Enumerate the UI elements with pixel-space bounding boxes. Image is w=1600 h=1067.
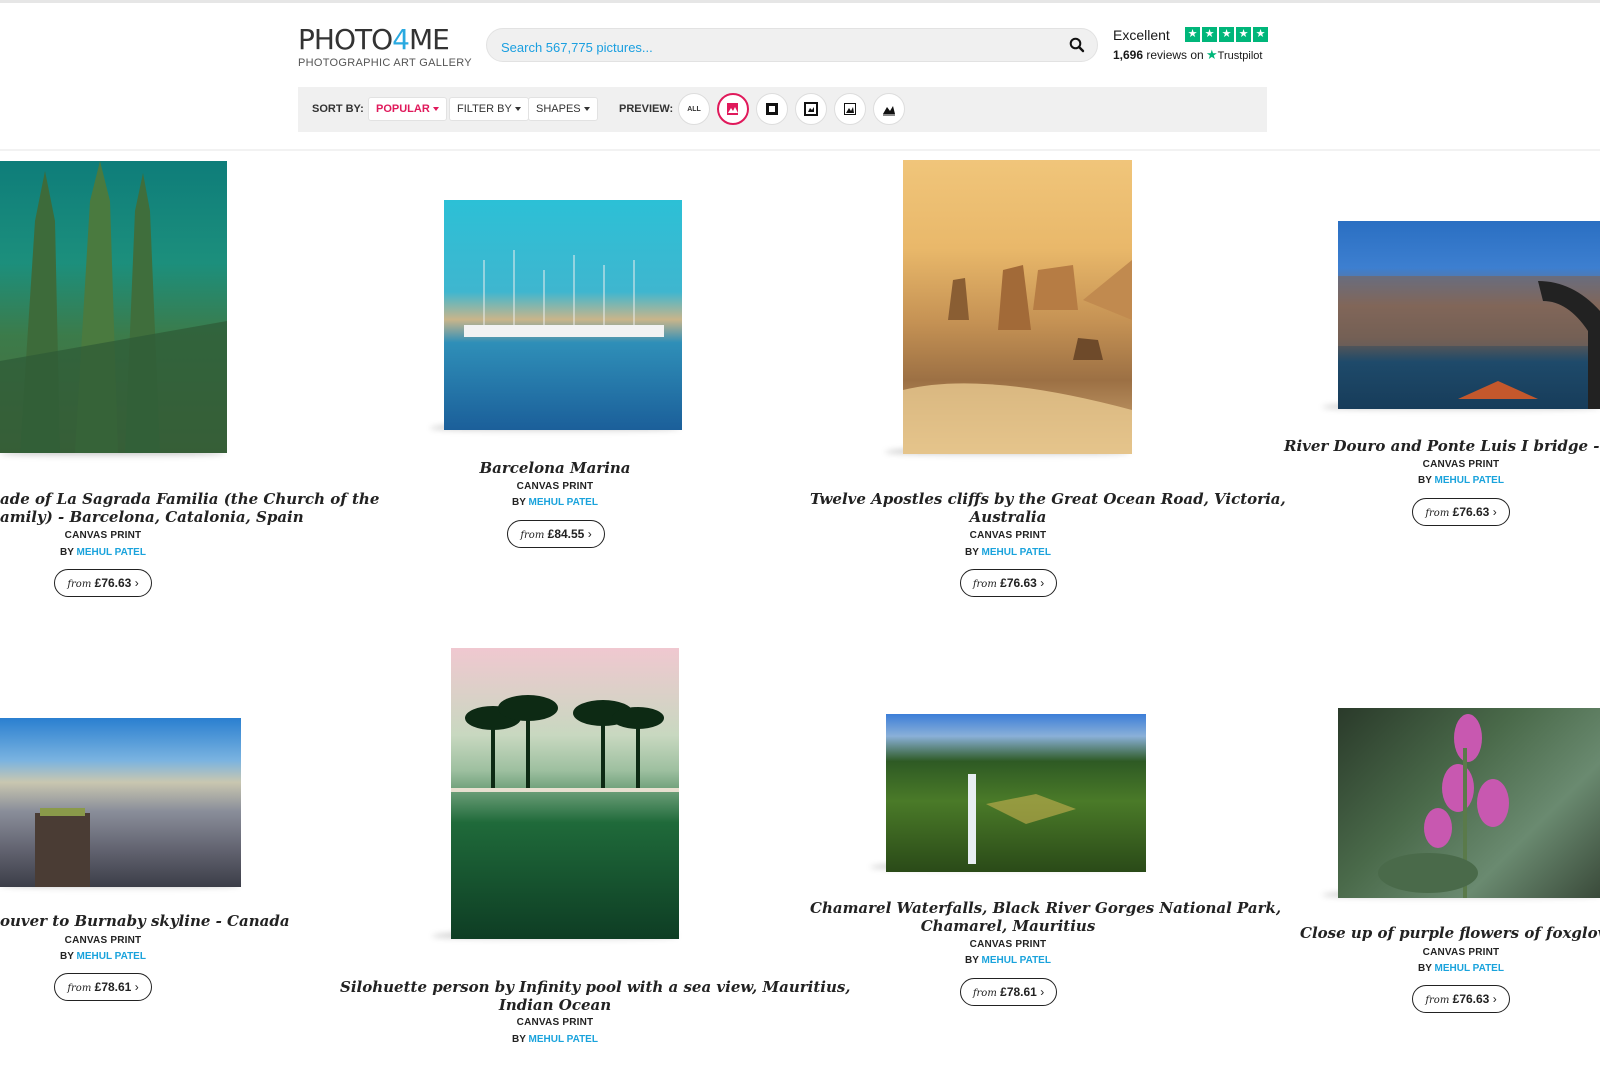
chevron-right-icon: › [587,527,592,541]
product-type: CANVAS PRINT [64,935,142,946]
trustpilot-logo: ★Trustpilot [1206,47,1263,62]
mounted-print-icon [804,102,818,116]
trustpilot-star-icon: ★ [1206,47,1218,62]
search-input[interactable] [499,37,1063,57]
preview-all-button[interactable]: ALL [678,93,710,125]
product-type: CANVAS PRINT [969,939,1047,950]
price-button[interactable]: from £76.63 › [1412,498,1510,526]
product-title[interactable]: Twelve Apostles cliffs by the Great Ocea… [810,490,1286,526]
price-button[interactable]: from £78.61 › [54,973,152,1001]
star-icon: ★ [1236,27,1251,42]
preview-mounted-button[interactable] [795,93,827,125]
product-image[interactable] [444,200,682,430]
logo-wordmark: PHOTO4ME [298,23,450,56]
star-icon: ★ [1253,27,1268,42]
trustpilot-rating-word: Excellent [1113,27,1170,43]
product-type: CANVAS PRINT [64,530,142,541]
product-title[interactable]: River Douro and Ponte Luis I bridge - Po [1284,437,1600,455]
filter-dropdown[interactable]: FILTER BY [449,97,529,121]
product-image[interactable] [451,648,679,939]
product-title[interactable]: ade of La Sagrada Familia (the Church of… [0,490,379,526]
preview-canvas-button[interactable] [717,93,749,125]
photo-print-icon [883,106,895,116]
product-byline: BY MEHUL PATEL [965,955,1051,966]
product-type: CANVAS PRINT [969,530,1047,541]
preview-photo-button[interactable] [873,93,905,125]
product-image[interactable] [0,161,227,453]
header-divider [0,149,1600,151]
chevron-right-icon: › [1040,576,1045,590]
site-logo[interactable]: PHOTO4ME PHOTOGRAPHIC ART GALLERY [298,23,473,70]
price-button[interactable]: from £76.63 › [1412,985,1510,1013]
product-byline: BY MEHUL PATEL [512,497,598,508]
trustpilot-reviews: 1,696 reviews on [1113,48,1204,62]
product-title[interactable]: Chamarel Waterfalls, Black River Gorges … [810,899,1281,935]
sort-filter-toolbar: SORT BY: POPULAR FILTER BY SHAPES PREVIE… [298,87,1267,132]
product-title[interactable]: Close up of purple flowers of foxglove ( [1300,924,1600,942]
sort-label: SORT BY: [312,103,364,115]
product-byline: BY MEHUL PATEL [1418,963,1504,974]
product-byline: BY MEHUL PATEL [1418,475,1504,486]
caret-down-icon [432,107,439,112]
top-border [0,0,1600,3]
chevron-right-icon: › [134,576,139,590]
star-icon: ★ [1219,27,1234,42]
product-title[interactable]: Silohuette person by Infinity pool with … [340,978,851,1014]
poster-icon [844,103,856,115]
chevron-right-icon: › [1040,985,1045,999]
artist-link[interactable]: MEHUL PATEL [1435,963,1504,974]
artist-link[interactable]: MEHUL PATEL [982,955,1051,966]
product-title[interactable]: ouver to Burnaby skyline - Canada [0,912,290,930]
sort-dropdown[interactable]: POPULAR [368,97,447,121]
product-image[interactable] [1338,221,1600,409]
product-title[interactable]: Barcelona Marina [440,459,670,477]
preview-label: PREVIEW: [619,103,674,115]
product-image[interactable] [903,160,1132,454]
logo-tagline: PHOTOGRAPHIC ART GALLERY [298,57,472,69]
chevron-right-icon: › [1492,505,1497,519]
product-image[interactable] [0,718,241,887]
framed-print-icon [766,103,778,115]
caret-down-icon [514,107,521,112]
product-type: CANVAS PRINT [516,1017,594,1028]
search-bar [486,28,1098,62]
artist-link[interactable]: MEHUL PATEL [77,547,146,558]
price-button[interactable]: from £78.61 › [960,978,1057,1006]
product-type: CANVAS PRINT [1422,947,1500,958]
trustpilot-stars: ★ ★ ★ ★ ★ [1185,27,1268,42]
product-byline: BY MEHUL PATEL [60,951,146,962]
preview-framed-button[interactable] [756,93,788,125]
star-icon: ★ [1185,27,1200,42]
artist-link[interactable]: MEHUL PATEL [77,951,146,962]
shapes-dropdown[interactable]: SHAPES [528,97,598,121]
product-byline: BY MEHUL PATEL [512,1034,598,1045]
product-byline: BY MEHUL PATEL [965,547,1051,558]
price-button[interactable]: from £76.63 › [960,569,1057,597]
product-byline: BY MEHUL PATEL [60,547,146,558]
caret-down-icon [583,107,590,112]
artist-link[interactable]: MEHUL PATEL [1435,475,1504,486]
product-type: CANVAS PRINT [1422,459,1500,470]
chevron-right-icon: › [134,980,139,994]
product-image[interactable] [886,714,1146,872]
artist-link[interactable]: MEHUL PATEL [982,547,1051,558]
search-icon[interactable] [1069,37,1085,53]
product-type: CANVAS PRINT [516,481,594,492]
price-button[interactable]: from £84.55 › [507,520,605,548]
price-button[interactable]: from £76.63 › [54,569,152,597]
chevron-right-icon: › [1492,992,1497,1006]
artist-link[interactable]: MEHUL PATEL [529,1034,598,1045]
product-image[interactable] [1338,708,1600,898]
preview-poster-button[interactable] [834,93,866,125]
canvas-preview-icon [727,103,738,115]
artist-link[interactable]: MEHUL PATEL [529,497,598,508]
star-icon: ★ [1202,27,1217,42]
